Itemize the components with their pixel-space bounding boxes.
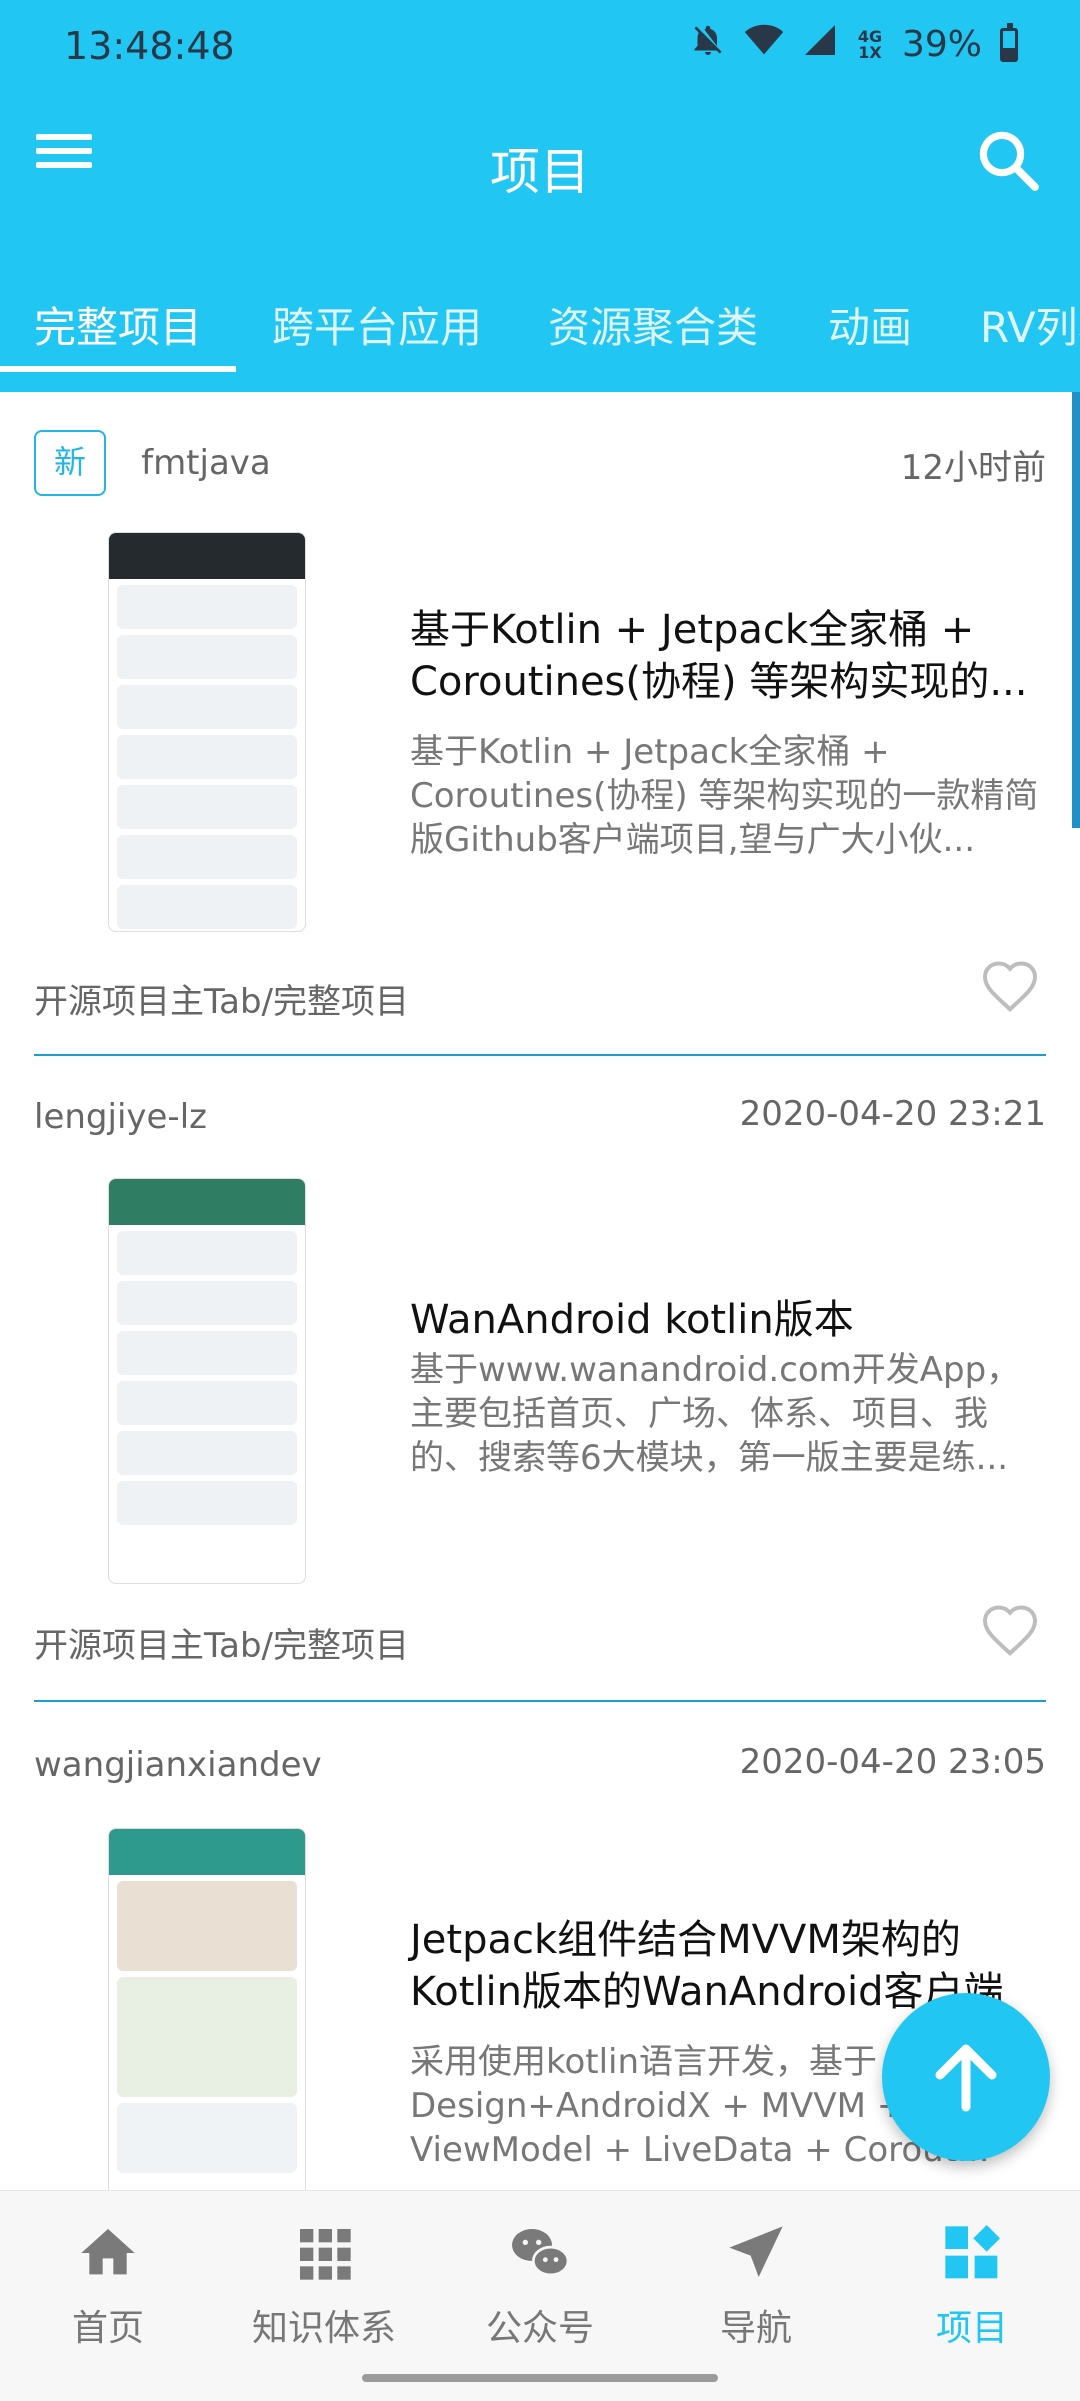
nav-home[interactable]: 首页	[0, 2221, 216, 2361]
project-description: 基于www.wanandroid.com开发App，主要包括首页、广场、体系、项…	[410, 1350, 1021, 1478]
project-title[interactable]: WanAndroid kotlin版本	[410, 1294, 1050, 1346]
battery-icon	[1000, 22, 1018, 62]
card-meta: wangjianxiandev 2020-04-20 23:05	[34, 1742, 1046, 1802]
status-icons: 4G 1X 39%	[690, 22, 1018, 67]
bottom-navigation: 首页 知识体系 公众号 导航 项目	[0, 2190, 1080, 2401]
nav-wechat-label: 公众号	[485, 2308, 594, 2349]
tab-indicator	[0, 366, 236, 372]
search-icon[interactable]	[972, 124, 1044, 196]
author-name: fmtjava	[141, 443, 271, 483]
favorite-heart-icon[interactable]	[980, 1602, 1040, 1658]
nav-project-label: 项目	[935, 2308, 1008, 2349]
publish-time: 2020-04-20 23:21	[739, 1094, 1046, 1134]
card-meta: 新 fmtjava 12小时前	[34, 430, 1046, 496]
nav-knowledge[interactable]: 知识体系	[216, 2221, 432, 2361]
author-name: lengjiye-lz	[34, 1097, 207, 1137]
toolbar: 项目	[0, 96, 1080, 236]
project-description: 基于Kotlin + Jetpack全家桶 + Coroutines(协程) 等…	[410, 732, 1039, 860]
project-thumbnail	[108, 1828, 306, 2192]
battery-fill	[1003, 47, 1015, 59]
gesture-bar[interactable]	[362, 2374, 718, 2382]
arrow-up-icon	[935, 2044, 997, 2112]
project-card[interactable]: 新 fmtjava 12小时前 基于Kotlin + Jetpack全家桶 + …	[0, 392, 1080, 1058]
home-icon	[76, 2221, 140, 2285]
tab-complete-projects[interactable]: 完整项目	[34, 294, 202, 355]
tab-resource-aggregation[interactable]: 资源聚合类	[548, 294, 758, 355]
card-meta: lengjiye-lz 2020-04-20 23:21	[34, 1094, 1046, 1154]
nav-navigation[interactable]: 导航	[648, 2221, 864, 2361]
chapter-path: 开源项目主Tab/完整项目	[34, 982, 410, 1022]
project-thumbnail	[108, 1178, 306, 1584]
tab-rv-list[interactable]: RV列表	[980, 294, 1080, 355]
app-bar: 13:48:48 4G 1X 39% 项目 完整项目 跨平台应用 资源聚合类 动…	[0, 0, 1080, 392]
favorite-heart-icon[interactable]	[980, 958, 1040, 1014]
wechat-icon	[508, 2221, 572, 2285]
mute-bell-icon	[690, 22, 726, 67]
nav-project[interactable]: 项目	[864, 2221, 1080, 2361]
project-card[interactable]: lengjiye-lz 2020-04-20 23:21 WanAndroid …	[0, 1058, 1080, 1706]
card-divider	[34, 1700, 1046, 1702]
wifi-icon	[744, 24, 784, 65]
tab-animation[interactable]: 动画	[828, 294, 912, 355]
card-divider	[34, 1054, 1046, 1056]
signal-icon	[802, 22, 838, 67]
navigation-icon	[724, 2221, 788, 2285]
chapter-path: 开源项目主Tab/完整项目	[34, 1626, 410, 1666]
project-list[interactable]: 新 fmtjava 12小时前 基于Kotlin + Jetpack全家桶 + …	[0, 392, 1080, 2192]
page-title: 项目	[490, 143, 590, 201]
nav-navigation-label: 导航	[719, 2308, 792, 2349]
grid-icon	[292, 2221, 356, 2285]
scroll-to-top-button[interactable]	[882, 1993, 1050, 2161]
network-type: 4G 1X	[857, 26, 883, 62]
publish-time: 12小时前	[900, 448, 1046, 488]
nav-home-label: 首页	[71, 2308, 144, 2349]
project-thumbnail	[108, 532, 306, 932]
nav-wechat[interactable]: 公众号	[432, 2221, 648, 2361]
new-badge: 新	[34, 430, 106, 496]
tab-cross-platform[interactable]: 跨平台应用	[272, 294, 482, 355]
nav-knowledge-label: 知识体系	[251, 2308, 396, 2349]
publish-time: 2020-04-20 23:05	[739, 1742, 1046, 1782]
status-bar: 13:48:48 4G 1X 39%	[0, 0, 1080, 92]
battery-percent: 39%	[901, 24, 982, 65]
author-name: wangjianxiandev	[34, 1745, 322, 1785]
scrollbar[interactable]	[1072, 392, 1080, 828]
project-icon	[940, 2221, 1004, 2285]
project-title[interactable]: 基于Kotlin + Jetpack全家桶 + Coroutines(协程) 等…	[410, 604, 1050, 708]
